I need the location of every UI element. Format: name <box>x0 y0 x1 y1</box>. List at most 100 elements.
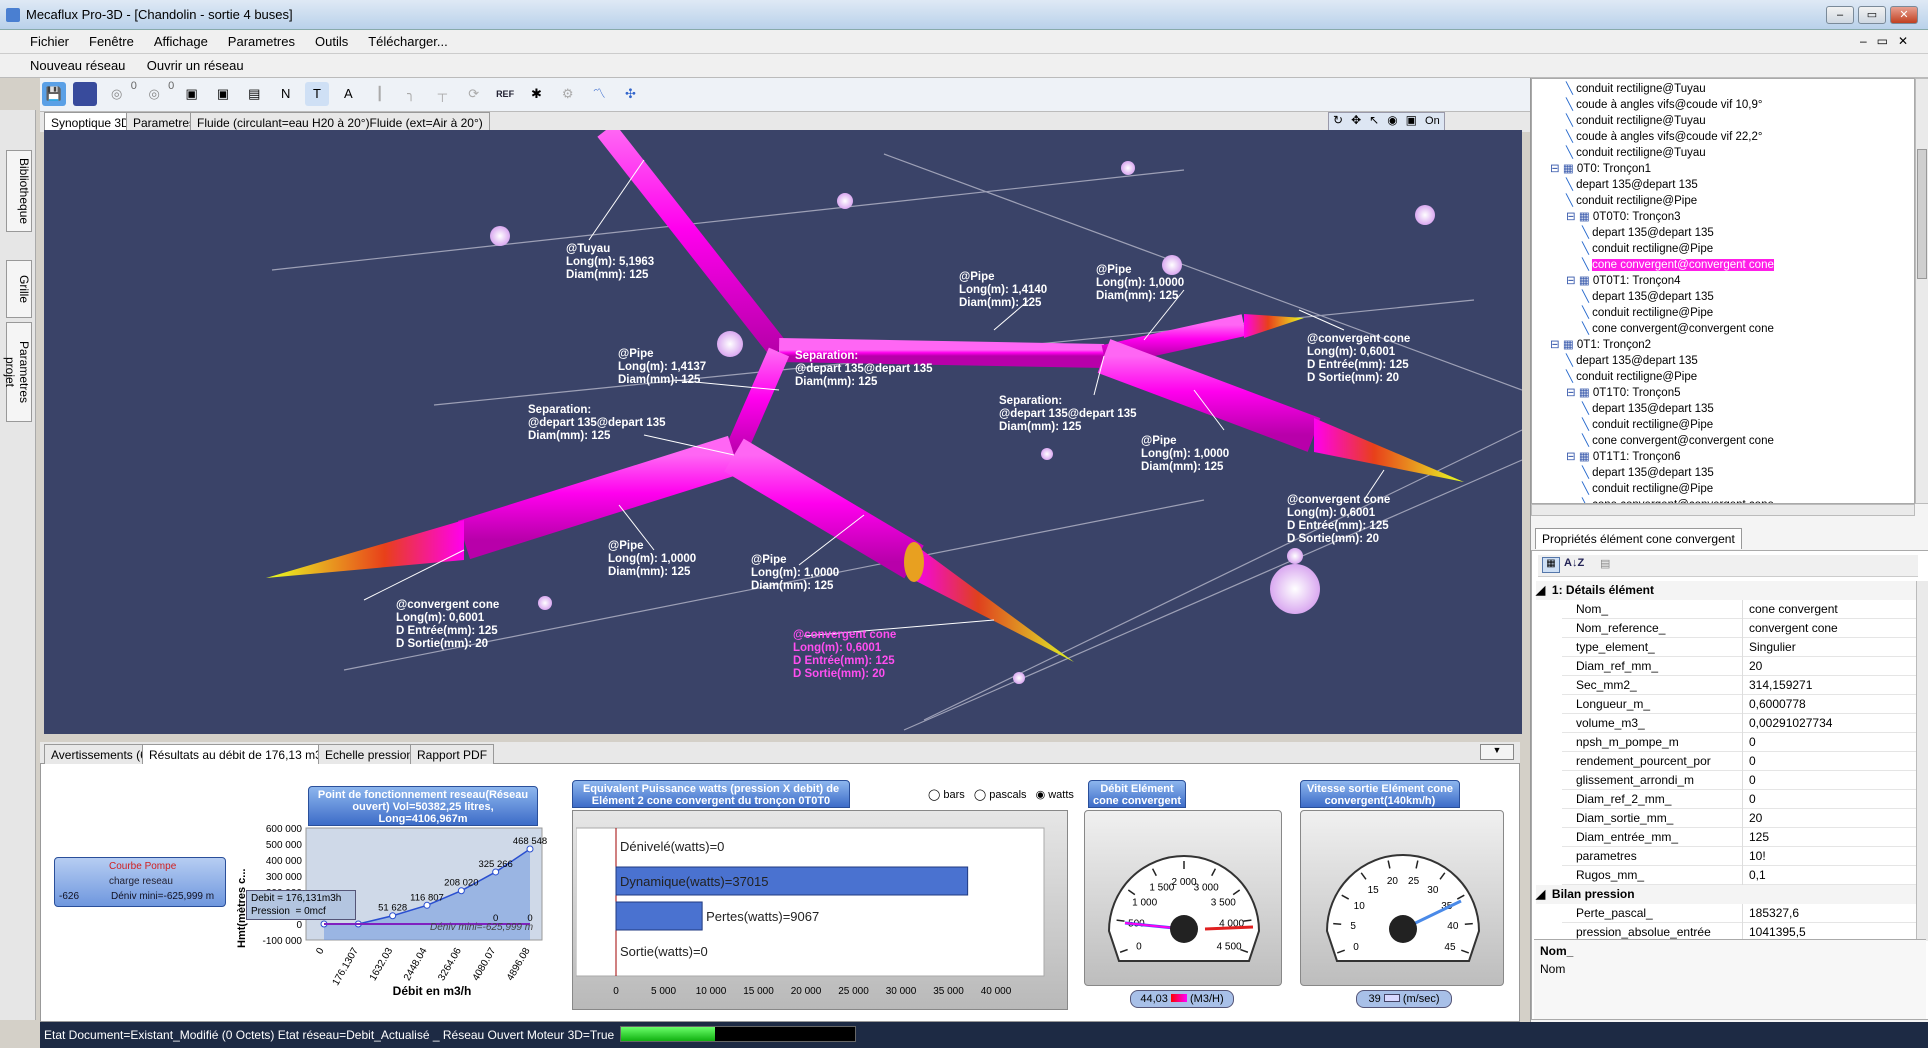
property-row[interactable]: Rugos_mm_ 0,1 <box>1562 866 1916 885</box>
tree-hscrollbar[interactable] <box>1531 504 1915 516</box>
tab-resultats[interactable]: Résultats au débit de 176,13 m3/h <box>142 744 339 764</box>
save-icon[interactable]: 💾 <box>42 82 66 106</box>
network-icon[interactable]: ✣ <box>618 82 642 106</box>
sort-az-icon[interactable]: A↓Z <box>1564 557 1584 569</box>
menu-fenetre[interactable]: Fenêtre <box>79 30 144 49</box>
cursor-icon[interactable]: ↖ <box>1365 113 1383 127</box>
arrow-icon[interactable]: A <box>336 82 360 106</box>
property-row[interactable]: Diam_entrée_mm_ 125 <box>1562 828 1916 847</box>
close-button[interactable]: ✕ <box>1890 6 1918 24</box>
categorized-icon[interactable]: ▦ <box>1542 557 1560 573</box>
pages-icon[interactable]: ▤ <box>1600 557 1610 570</box>
tab-fluide[interactable]: Fluide (circulant=eau H20 à 20°)Fluide (… <box>190 112 490 132</box>
tee-icon[interactable]: ┬ <box>430 82 454 106</box>
minimize-button[interactable]: – <box>1826 6 1854 24</box>
tree-item[interactable]: ╲ depart 135@depart 135 <box>1582 401 1714 417</box>
props-scrollbar[interactable] <box>1916 581 1928 941</box>
ref-icon[interactable]: REF <box>493 82 517 106</box>
camera2-icon[interactable]: ▣ <box>211 82 235 106</box>
tree-view[interactable]: ╲ conduit rectiligne@Tuyau ╲ coude à angl… <box>1531 78 1915 504</box>
tree-item[interactable]: ╲ coude à angles vifs@coude vif 10,9° <box>1566 97 1762 113</box>
tree-item[interactable]: ╲ depart 135@depart 135 <box>1582 465 1714 481</box>
tab-grille[interactable]: Grille <box>6 260 32 318</box>
property-value[interactable]: cone convergent <box>1742 600 1928 619</box>
tab-properties[interactable]: Propriétés élément cone convergent <box>1535 528 1742 549</box>
graph-icon[interactable]: 〽 <box>587 82 611 106</box>
tree-item[interactable]: ╲ coude à angles vifs@coude vif 22,2° <box>1566 129 1762 145</box>
radio-watts[interactable]: ◉ watts <box>1036 789 1074 801</box>
property-value[interactable]: 185327,6 <box>1742 904 1928 923</box>
property-value[interactable]: 20 <box>1742 809 1928 828</box>
tree-item[interactable]: ╲ conduit rectiligne@Pipe <box>1582 417 1713 433</box>
new-network-button[interactable]: Nouveau réseau <box>0 54 129 77</box>
tree-item[interactable]: ╲ conduit rectiligne@Tuyau <box>1566 113 1706 129</box>
tree-item[interactable]: ╲ conduit rectiligne@Pipe <box>1582 241 1713 257</box>
property-row[interactable]: Nom_reference_ convergent cone <box>1562 619 1916 638</box>
property-value[interactable]: 0 <box>1742 733 1928 752</box>
tree-item[interactable]: ╲ cone convergent@convergent cone <box>1582 497 1774 503</box>
tree-item[interactable]: ╲ depart 135@depart 135 <box>1582 289 1714 305</box>
tree-item[interactable]: ╲ conduit rectiligne@Tuyau <box>1566 145 1706 161</box>
eye-icon[interactable]: ◉ <box>1383 113 1401 127</box>
tree-item[interactable]: ╲ cone convergent@convergent cone <box>1582 257 1774 273</box>
fit-icon[interactable]: ▣ <box>1402 113 1421 127</box>
property-row[interactable]: Diam_sortie_mm_ 20 <box>1562 809 1916 828</box>
property-row[interactable]: volume_m3_ 0,00291027734 <box>1562 714 1916 733</box>
section-details[interactable]: ◢ 1: Détails élément <box>1536 581 1916 600</box>
pipe-icon[interactable]: ┃ <box>368 82 392 106</box>
tab-rapport-pdf[interactable]: Rapport PDF <box>410 744 495 764</box>
menu-outils[interactable]: Outils <box>305 30 358 49</box>
tab-parametres-projet[interactable]: Parametres projet <box>3 322 32 422</box>
tree-item[interactable]: ╲ conduit rectiligne@Pipe <box>1582 481 1713 497</box>
property-row[interactable]: Nom_ cone convergent <box>1562 600 1916 619</box>
orbit-icon[interactable]: ↻ <box>1329 113 1347 127</box>
tree-item[interactable]: ⊟ ▦ 0T1: Tronçon2 <box>1550 337 1651 353</box>
tree-item[interactable]: ⊟ ▦ 0T0T0: Tronçon3 <box>1566 209 1680 225</box>
tree-item[interactable]: ⊟ ▦ 0T0T1: Tronçon4 <box>1566 273 1680 289</box>
property-row[interactable]: npsh_m_pompe_m 0 <box>1562 733 1916 752</box>
property-value[interactable]: 0 <box>1742 771 1928 790</box>
section-bilan[interactable]: ◢ Bilan pression <box>1536 885 1916 904</box>
property-value[interactable]: 0,00291027734 <box>1742 714 1928 733</box>
tab-bibliotheque[interactable]: Bibliotheque <box>6 150 32 232</box>
tree-item[interactable]: ╲ depart 135@depart 135 <box>1566 353 1698 369</box>
disk2-icon[interactable]: ◎ <box>142 82 166 106</box>
elbow-icon[interactable]: ╮ <box>399 82 423 106</box>
tab-avertissements[interactable]: Avertissements (6) <box>44 744 158 764</box>
property-value[interactable]: Singulier <box>1742 638 1928 657</box>
property-value[interactable]: 20 <box>1742 657 1928 676</box>
tree-item[interactable]: ╲ cone convergent@convergent cone <box>1582 321 1774 337</box>
tree-item[interactable]: ╲ depart 135@depart 135 <box>1566 177 1698 193</box>
property-row[interactable]: parametres 10! <box>1562 847 1916 866</box>
property-value[interactable]: 0,6000778 <box>1742 695 1928 714</box>
tree-item[interactable]: ╲ conduit rectiligne@Pipe <box>1566 369 1697 385</box>
text-icon[interactable]: T <box>305 82 329 106</box>
property-value[interactable]: 10! <box>1742 847 1928 866</box>
tree-item[interactable]: ⊟ ▦ 0T1T1: Tronçon6 <box>1566 449 1680 465</box>
radio-bars[interactable]: ◯ bars <box>928 789 965 801</box>
tree-item[interactable]: ╲ depart 135@depart 135 <box>1582 225 1714 241</box>
tree-item[interactable]: ╲ conduit rectiligne@Tuyau <box>1566 81 1706 97</box>
tree-item[interactable]: ╲ conduit rectiligne@Pipe <box>1566 193 1697 209</box>
collapse-button[interactable]: ▼ <box>1480 744 1514 760</box>
tree-item[interactable]: ⊟ ▦ 0T0: Tronçon1 <box>1550 161 1651 177</box>
palette-icon[interactable] <box>73 82 98 106</box>
tree-item[interactable]: ╲ conduit rectiligne@Pipe <box>1582 305 1713 321</box>
tree-scroll-thumb[interactable] <box>1917 149 1927 279</box>
property-row[interactable]: Perte_pascal_ 185327,6 <box>1562 904 1916 923</box>
property-value[interactable]: 125 <box>1742 828 1928 847</box>
property-value[interactable]: 0 <box>1742 752 1928 771</box>
open-network-button[interactable]: Ouvrir un réseau <box>133 54 248 77</box>
mdi-controls[interactable]: –▭✕ <box>1860 34 1918 48</box>
property-value[interactable]: convergent cone <box>1742 619 1928 638</box>
tab-synoptique-3d[interactable]: Synoptique 3D <box>44 112 137 132</box>
nav-icon[interactable]: N <box>274 82 298 106</box>
property-row[interactable]: Diam_ref_2_mm_ 0 <box>1562 790 1916 809</box>
property-row[interactable]: rendement_pourcent_por 0 <box>1562 752 1916 771</box>
pump-icon[interactable]: ⚙ <box>556 82 580 106</box>
menu-affichage[interactable]: Affichage <box>144 30 218 49</box>
property-row[interactable]: glissement_arrondi_m 0 <box>1562 771 1916 790</box>
rotate-icon[interactable]: ⟳ <box>462 82 486 106</box>
on-toggle[interactable]: On <box>1421 115 1444 127</box>
menu-parametres[interactable]: Parametres <box>218 30 305 49</box>
